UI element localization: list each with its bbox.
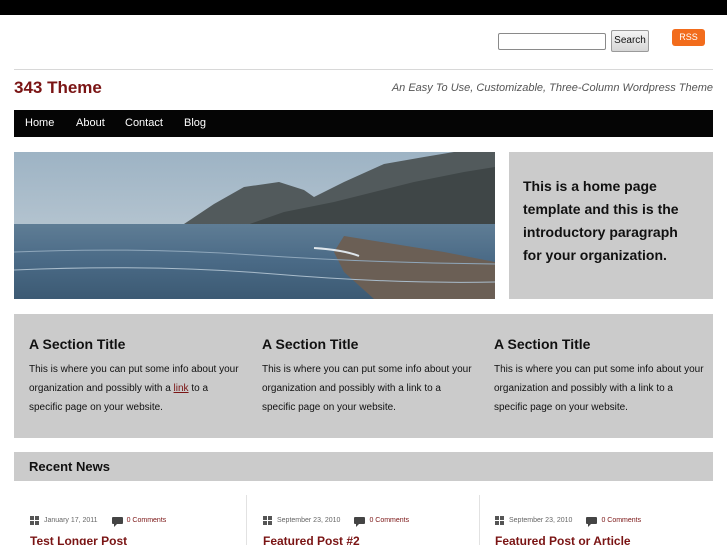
nav-item-about[interactable]: About (76, 110, 105, 137)
calendar-icon (495, 515, 505, 526)
recent-news-title: Recent News (29, 459, 110, 474)
section-column: A Section Title This is where you can pu… (262, 336, 472, 417)
site-tagline: An Easy To Use, Customizable, Three-Colu… (391, 82, 713, 94)
search-button[interactable]: Search (611, 30, 649, 52)
search-input[interactable] (498, 33, 606, 50)
comment-icon (586, 517, 598, 528)
post-date: January 17, 2011 (44, 517, 98, 525)
site-title[interactable]: 343 Theme (14, 78, 102, 98)
post-title[interactable]: Featured Post #2 (263, 534, 360, 545)
section-column: A Section Title This is where you can pu… (29, 336, 239, 417)
comment-icon (111, 517, 123, 528)
news-post: September 23, 2010 0 Comments Featured Po… (495, 495, 713, 545)
calendar-icon (30, 515, 40, 526)
section-body: This is where you can put some info abou… (494, 364, 704, 413)
post-comments-link[interactable]: 0 Comments (369, 517, 409, 524)
top-black-bar (0, 0, 727, 15)
calendar-icon (263, 515, 273, 526)
post-date: September 23, 2010 (509, 517, 573, 525)
post-title[interactable]: Test Longer Post (30, 534, 127, 545)
main-nav: Home About Contact Blog (14, 110, 713, 137)
post-date: September 23, 2010 (277, 517, 341, 525)
section-title: A Section Title (494, 336, 591, 352)
news-divider (246, 495, 247, 545)
rss-button[interactable]: RSS (672, 29, 705, 46)
header-divider (14, 69, 713, 70)
section-body: This is where you can put some info abou… (29, 364, 239, 413)
hero-intro-text: This is a home page template and this is… (523, 178, 679, 263)
hero-coastline-image (14, 152, 495, 299)
section-body: This is where you can put some info abou… (262, 364, 472, 413)
section-title: A Section Title (29, 336, 126, 352)
coastline-illustration (14, 152, 495, 299)
news-post: January 17, 2011 0 Comments Test Longer P… (30, 495, 230, 545)
hero-intro-panel: This is a home page template and this is… (509, 152, 713, 299)
news-divider (479, 495, 480, 545)
nav-item-home[interactable]: Home (25, 110, 54, 137)
post-title[interactable]: Featured Post or Article (495, 534, 631, 545)
post-meta: September 23, 2010 0 Comments (495, 512, 641, 528)
section-title: A Section Title (262, 336, 359, 352)
post-meta: January 17, 2011 0 Comments (30, 512, 167, 528)
search-row: Search RSS (0, 29, 727, 53)
comment-icon (354, 517, 366, 528)
recent-news-header: Recent News (14, 452, 713, 481)
news-post: September 23, 2010 0 Comments Featured Po… (263, 495, 463, 545)
post-comments-link[interactable]: 0 Comments (601, 517, 641, 524)
nav-item-blog[interactable]: Blog (184, 110, 206, 137)
post-comments-link[interactable]: 0 Comments (127, 517, 167, 524)
section-column: A Section Title This is where you can pu… (494, 336, 704, 417)
section-link[interactable]: link (174, 383, 189, 394)
post-meta: September 23, 2010 0 Comments (263, 512, 409, 528)
sections-panel: A Section Title This is where you can pu… (14, 314, 713, 438)
nav-item-contact[interactable]: Contact (125, 110, 163, 137)
